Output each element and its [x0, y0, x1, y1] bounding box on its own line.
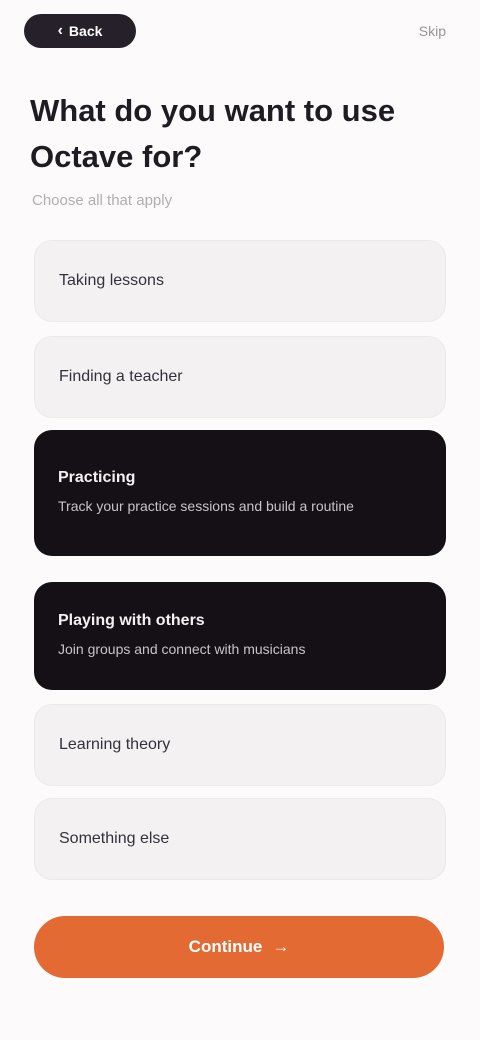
option-learning-theory[interactable]: Learning theory	[34, 704, 446, 786]
back-button[interactable]: ‹ Back	[24, 14, 136, 48]
top-bar: ‹ Back Skip	[24, 14, 446, 48]
back-label: Back	[68, 23, 103, 39]
page-title: What do you want to use Octave for?	[30, 93, 396, 174]
arrow-right-icon: →	[272, 937, 290, 956]
option-label: Playing with others	[58, 612, 205, 629]
option-label: Finding a teacher	[59, 368, 183, 385]
option-label: Taking lessons	[59, 272, 164, 289]
option-practicing[interactable]: Practicing Track your practice sessions …	[34, 430, 446, 556]
option-label: Practicing	[58, 469, 136, 486]
continue-label: Continue	[188, 937, 263, 956]
option-something-else[interactable]: Something else	[34, 798, 446, 880]
option-label: Learning theory	[59, 736, 171, 753]
chevron-left-icon: ‹	[57, 22, 63, 39]
option-description: Track your practice sessions and build a…	[58, 498, 354, 514]
continue-button[interactable]: Continue →	[34, 916, 444, 978]
option-label: Something else	[59, 830, 170, 847]
option-finding-teacher[interactable]: Finding a teacher	[34, 336, 446, 418]
option-playing-with-others[interactable]: Playing with others Join groups and conn…	[34, 582, 446, 690]
option-description: Join groups and connect with musicians	[58, 641, 306, 657]
onboarding-screen: ‹ Back Skip What do you want to use Octa…	[0, 0, 480, 1040]
option-taking-lessons[interactable]: Taking lessons	[34, 240, 446, 322]
skip-button[interactable]: Skip	[419, 23, 446, 39]
page-subtitle: Choose all that apply	[32, 192, 173, 209]
